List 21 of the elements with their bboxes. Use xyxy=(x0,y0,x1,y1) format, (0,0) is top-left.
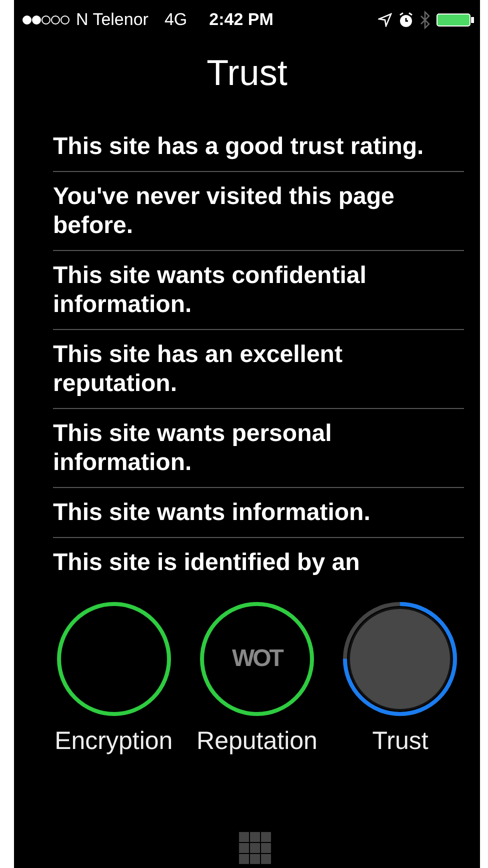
finding-text: This site is identified by an xyxy=(53,548,361,578)
finding-text: This site wants information. xyxy=(53,488,464,538)
battery-icon xyxy=(436,12,476,28)
logo-text: WOT xyxy=(230,645,284,673)
location-arrow-icon xyxy=(378,13,392,27)
gauge-label: Trust xyxy=(372,727,428,756)
alarm-clock-icon xyxy=(398,12,414,28)
status-time: 2:42 PM xyxy=(209,10,274,30)
gauge-label: Reputation xyxy=(196,727,318,756)
finding-text: You've never visited this page before. xyxy=(53,172,464,251)
screen-title: Trust xyxy=(206,51,288,95)
signal-icon xyxy=(22,15,70,25)
finding-text: This site has a good trust rating. xyxy=(53,122,464,172)
bluetooth-icon xyxy=(420,11,430,29)
network-type: 4G xyxy=(164,10,188,30)
finding-text: This site wants confidential information. xyxy=(53,251,464,330)
grid-icon[interactable] xyxy=(239,832,271,864)
gauge-label: Encryption xyxy=(54,727,173,756)
finding-text: This site wants personal information. xyxy=(53,409,464,488)
finding-text: This site has an excellent reputation. xyxy=(53,330,464,409)
carrier-name: N Telenor xyxy=(76,10,148,30)
